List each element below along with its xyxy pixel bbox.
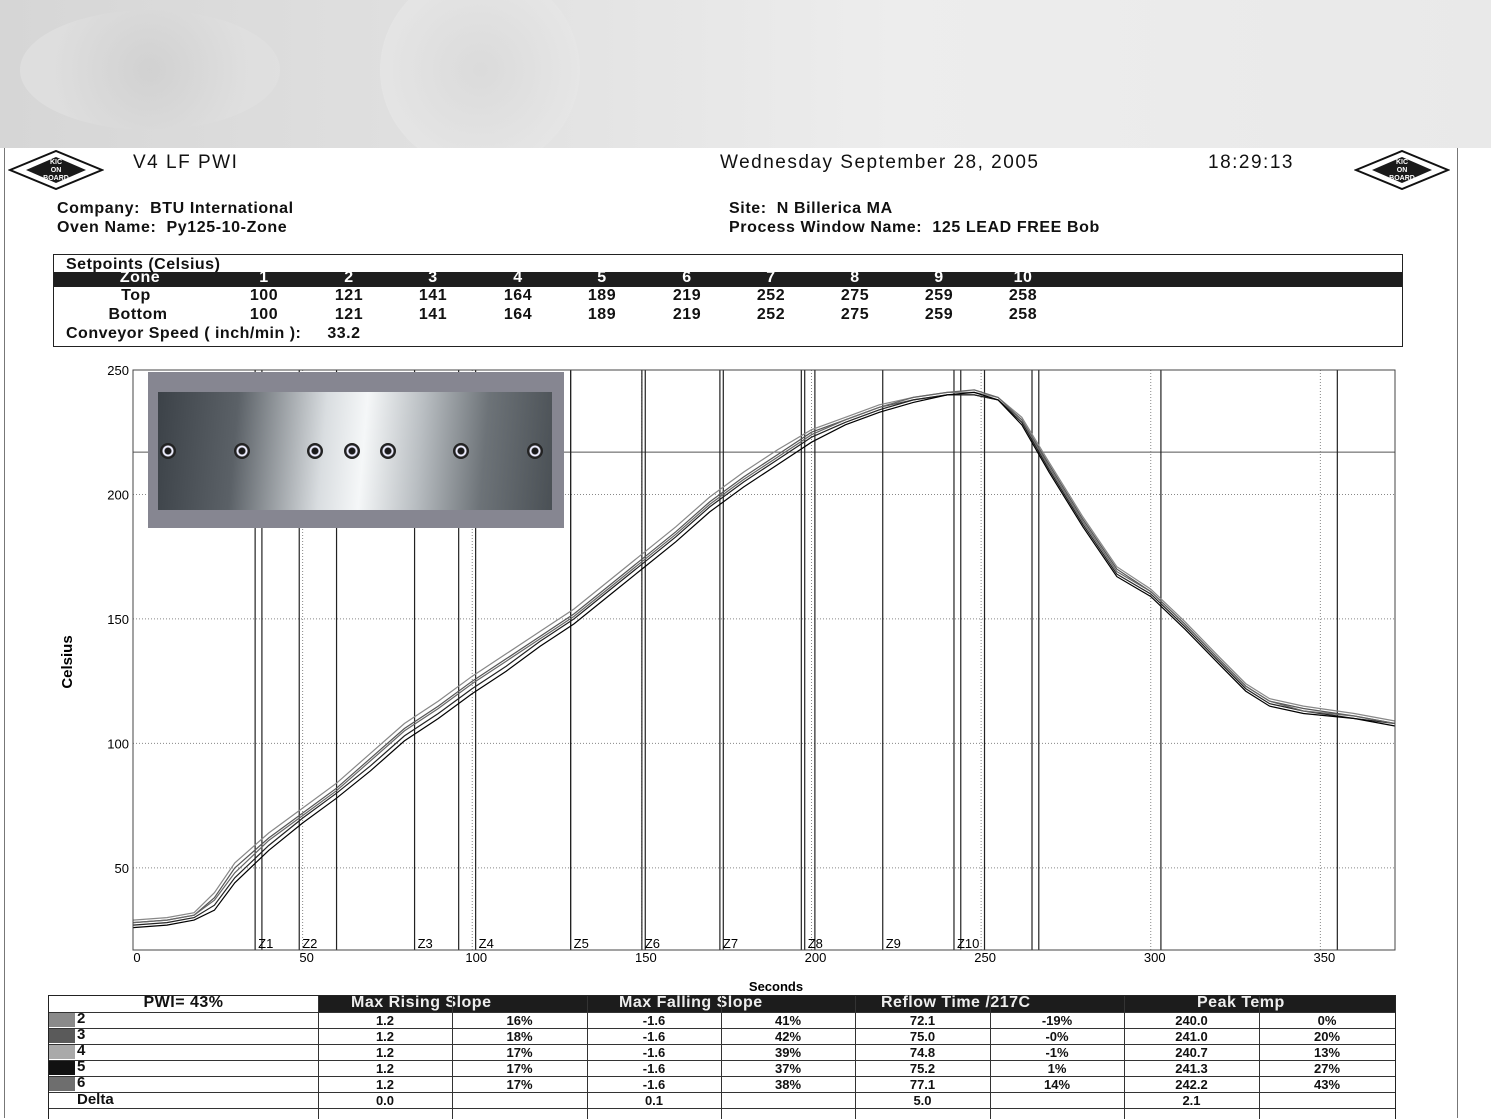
table-cell: 0% bbox=[1317, 1013, 1337, 1028]
table-cell: 27% bbox=[1313, 1061, 1341, 1076]
table-cell: 77.1 bbox=[909, 1077, 936, 1092]
x-tick-label: 300 bbox=[1144, 950, 1166, 965]
table-cell: 74.8 bbox=[909, 1045, 936, 1060]
table-cell: 240.7 bbox=[1175, 1045, 1208, 1060]
delta-value: 0.1 bbox=[644, 1093, 664, 1108]
zone-marker-label: Z7 bbox=[723, 936, 738, 951]
table-cell: -0% bbox=[1045, 1029, 1069, 1044]
series-swatch bbox=[49, 1013, 75, 1027]
thermocouple-hole bbox=[527, 443, 543, 459]
series-swatch bbox=[49, 1045, 75, 1059]
zone-marker-label: Z4 bbox=[479, 936, 494, 951]
table-cell: 242.2 bbox=[1175, 1077, 1208, 1092]
board-plate bbox=[158, 392, 552, 510]
table-cell: -1% bbox=[1045, 1045, 1069, 1060]
series-swatch bbox=[49, 1029, 75, 1043]
table-cell: 16% bbox=[506, 1013, 533, 1028]
header-reflow-time: Reflow Time /217C bbox=[881, 994, 1031, 1011]
zone-marker-label: Z3 bbox=[418, 936, 433, 951]
table-cell: -1.6 bbox=[642, 1045, 666, 1060]
x-tick-label: 50 bbox=[299, 950, 313, 965]
table-cell: 1.2 bbox=[375, 1013, 395, 1028]
table-cell: 37% bbox=[774, 1061, 802, 1076]
table-cell: 17% bbox=[506, 1077, 533, 1092]
table-cell: 1.2 bbox=[375, 1061, 395, 1076]
thermocouple-hole bbox=[160, 443, 176, 459]
y-tick-label: 100 bbox=[107, 736, 129, 751]
series-swatch bbox=[49, 1077, 75, 1091]
zone-marker-label: Z1 bbox=[258, 936, 273, 951]
y-tick-label: 200 bbox=[107, 487, 129, 502]
table-cell: 20% bbox=[1313, 1029, 1341, 1044]
pwi-value: PWI= 43% bbox=[143, 994, 224, 1011]
series-id: 5 bbox=[77, 1058, 86, 1075]
table-cell: 17% bbox=[506, 1061, 533, 1076]
table-cell: 13% bbox=[1313, 1045, 1341, 1060]
series-id: 4 bbox=[77, 1042, 86, 1059]
table-cell: 240.0 bbox=[1175, 1013, 1208, 1028]
table-cell: 17% bbox=[506, 1045, 533, 1060]
table-cell: 38% bbox=[774, 1077, 802, 1092]
series-id: 2 bbox=[77, 1010, 86, 1027]
thermocouple-hole bbox=[380, 443, 396, 459]
y-axis-label: Celsius bbox=[59, 635, 76, 688]
table-cell: 39% bbox=[774, 1045, 802, 1060]
delta-label: Delta bbox=[77, 1091, 114, 1108]
board-photo bbox=[148, 372, 564, 528]
table-cell: 75.2 bbox=[909, 1061, 936, 1076]
zone-marker-label: Z2 bbox=[302, 936, 317, 951]
x-axis-label: Seconds bbox=[749, 979, 803, 994]
delta-value: 0.0 bbox=[375, 1093, 395, 1108]
zone-marker-label: Z5 bbox=[574, 936, 589, 951]
y-tick-label: 250 bbox=[107, 363, 129, 378]
delta-value: 5.0 bbox=[913, 1093, 932, 1108]
table-cell: 241.0 bbox=[1175, 1029, 1208, 1044]
zone-marker-label: Z9 bbox=[886, 936, 901, 951]
table-cell: -1.6 bbox=[642, 1061, 666, 1076]
pwi-table: PWI= 43% Max Rising Slope Max Falling Sl… bbox=[48, 994, 1396, 1119]
series-id: 3 bbox=[77, 1026, 86, 1043]
table-cell: 43% bbox=[1313, 1077, 1341, 1092]
table-cell: 1.2 bbox=[375, 1077, 395, 1092]
zone-marker-label: Z10 bbox=[957, 936, 979, 951]
table-cell: -1.6 bbox=[642, 1029, 666, 1044]
x-tick-label: 150 bbox=[635, 950, 657, 965]
table-cell: -1.6 bbox=[642, 1013, 666, 1028]
x-tick-label: 0 bbox=[133, 950, 140, 965]
zone-marker-label: Z8 bbox=[808, 936, 823, 951]
table-cell: -1.6 bbox=[642, 1077, 666, 1092]
table-cell: 18% bbox=[506, 1029, 533, 1044]
series-swatch bbox=[49, 1061, 75, 1075]
x-tick-label: 250 bbox=[974, 950, 996, 965]
x-tick-label: 200 bbox=[805, 950, 827, 965]
table-cell: 1.2 bbox=[375, 1029, 395, 1044]
thermocouple-hole bbox=[234, 443, 250, 459]
table-cell: 41% bbox=[774, 1013, 802, 1028]
table-cell: 241.3 bbox=[1175, 1061, 1208, 1076]
table-cell: 14% bbox=[1043, 1077, 1071, 1092]
delta-value: 2.1 bbox=[1182, 1093, 1201, 1108]
table-cell: 1.2 bbox=[375, 1045, 395, 1060]
zone-marker-label: Z6 bbox=[645, 936, 660, 951]
table-cell: -19% bbox=[1041, 1013, 1073, 1028]
thermocouple-hole bbox=[307, 443, 323, 459]
series-id: 6 bbox=[77, 1074, 86, 1091]
thermocouple-hole bbox=[344, 443, 360, 459]
x-tick-label: 100 bbox=[465, 950, 487, 965]
thermocouple-hole bbox=[453, 443, 469, 459]
header-peak-temp: Peak Temp bbox=[1197, 994, 1285, 1011]
y-tick-label: 150 bbox=[107, 612, 129, 627]
row-divider bbox=[49, 1108, 1395, 1109]
temperature-profile-chart: Z1 Z2 Z3 Z4 Z5 Z6 Z7 Z8 Z9 Z10 50 100 150 200 250 0 50 1… bbox=[59, 363, 1396, 994]
table-cell: 72.1 bbox=[909, 1013, 936, 1028]
y-tick-label: 50 bbox=[115, 861, 129, 876]
x-tick-label: 350 bbox=[1314, 950, 1336, 965]
table-cell: 1% bbox=[1047, 1061, 1067, 1076]
header-max-rising-slope: Max Rising Slope bbox=[351, 994, 492, 1011]
table-cell: 42% bbox=[774, 1029, 802, 1044]
table-cell: 75.0 bbox=[909, 1029, 936, 1044]
pwi-header-bar: Max Rising Slope Max Falling Slope Reflo… bbox=[318, 994, 1395, 1012]
header-max-falling-slope: Max Falling Slope bbox=[619, 994, 763, 1011]
